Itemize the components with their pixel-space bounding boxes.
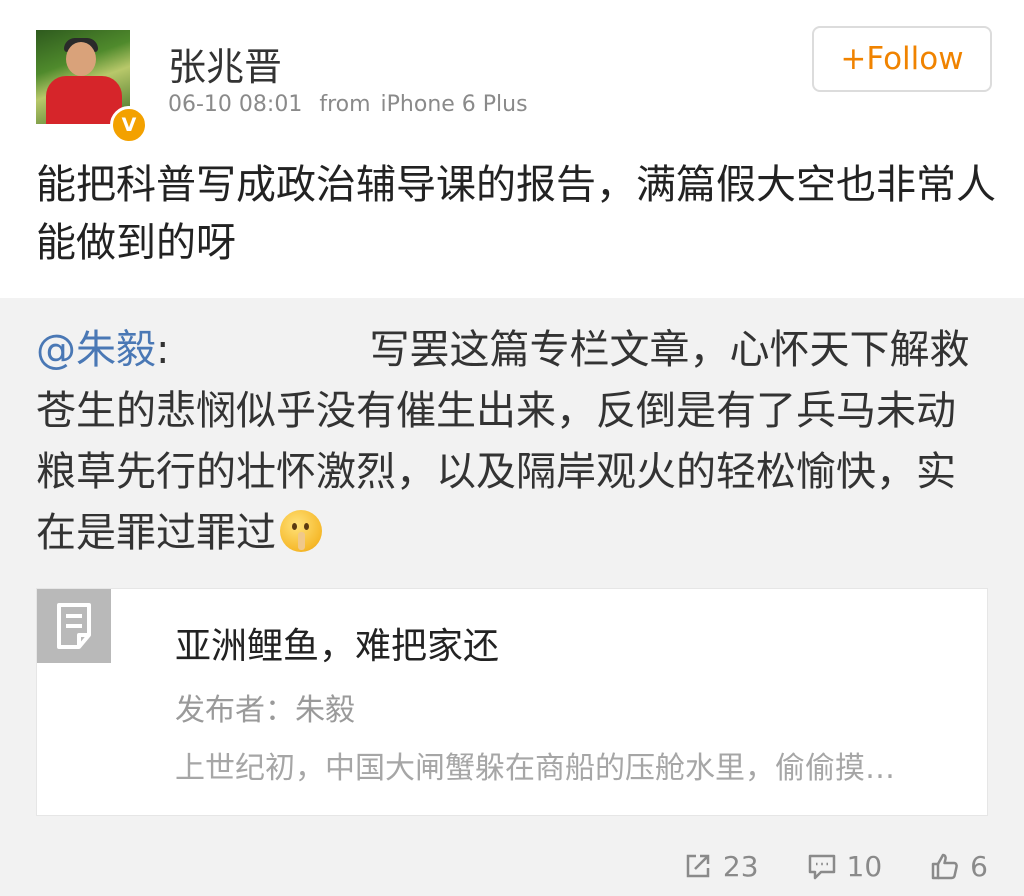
- post-time: 06-10 08:01: [168, 92, 303, 117]
- post-text: 能把科普写成政治辅导课的报告，满篇假大空也非常人能做到的呀: [36, 162, 996, 266]
- verified-badge-icon: V: [110, 106, 148, 144]
- repost-mention-link[interactable]: @朱毅: [36, 327, 156, 373]
- like-button[interactable]: 6: [930, 850, 988, 883]
- article-summary: 上世纪初，中国大闸蟹躲在商船的压舱水里，偷偷摸…: [175, 751, 895, 786]
- post-from-label: from: [319, 92, 371, 117]
- article-card[interactable]: 亚洲鲤鱼，难把家还 发布者：朱毅 上世纪初，中国大闸蟹躲在商船的压舱水里，偷偷摸…: [36, 588, 988, 816]
- comment-icon: [808, 854, 835, 880]
- repost-icon: [686, 854, 710, 878]
- post-meta: 06-10 08:01 from iPhone 6 Plus: [168, 92, 538, 117]
- article-icon-svg: [57, 603, 91, 649]
- thumbs-up-icon: [931, 853, 959, 880]
- shush-emoji-icon: [280, 510, 322, 552]
- action-bar: 23 10 6: [635, 846, 988, 886]
- repost-count: 23: [722, 849, 759, 883]
- post-header: V 张兆晋 06-10 08:01 from iPhone 6 Plus +Fol…: [0, 0, 1024, 150]
- repost-colon: :: [156, 327, 170, 373]
- follow-button[interactable]: +Follow: [812, 26, 992, 92]
- article-title[interactable]: 亚洲鲤鱼，难把家还: [175, 617, 499, 669]
- comment-button[interactable]: 10: [807, 849, 883, 883]
- article-icon: [37, 589, 111, 663]
- username[interactable]: 张兆晋: [168, 36, 282, 91]
- repost-block[interactable]: @朱毅: 写罢这篇专栏文章，心怀天下解救苍生的悲悯似乎没有催生出来，反倒是有了兵马…: [0, 298, 1024, 896]
- comment-count: 10: [846, 849, 883, 883]
- repost-button[interactable]: 23: [683, 850, 759, 883]
- post-device: iPhone 6 Plus: [380, 92, 528, 117]
- emoji-finger: [298, 532, 305, 550]
- like-count: 6: [970, 849, 988, 883]
- avatar-face: [66, 42, 96, 76]
- repost-text: 写罢这篇专栏文章，心怀天下解救苍生的悲悯似乎没有催生出来，反倒是有了兵马未动粮草…: [36, 327, 970, 556]
- article-author: 发布者：朱毅: [175, 693, 355, 728]
- repost-text-block: @朱毅: 写罢这篇专栏文章，心怀天下解救苍生的悲悯似乎没有催生出来，反倒是有了兵马…: [36, 320, 986, 564]
